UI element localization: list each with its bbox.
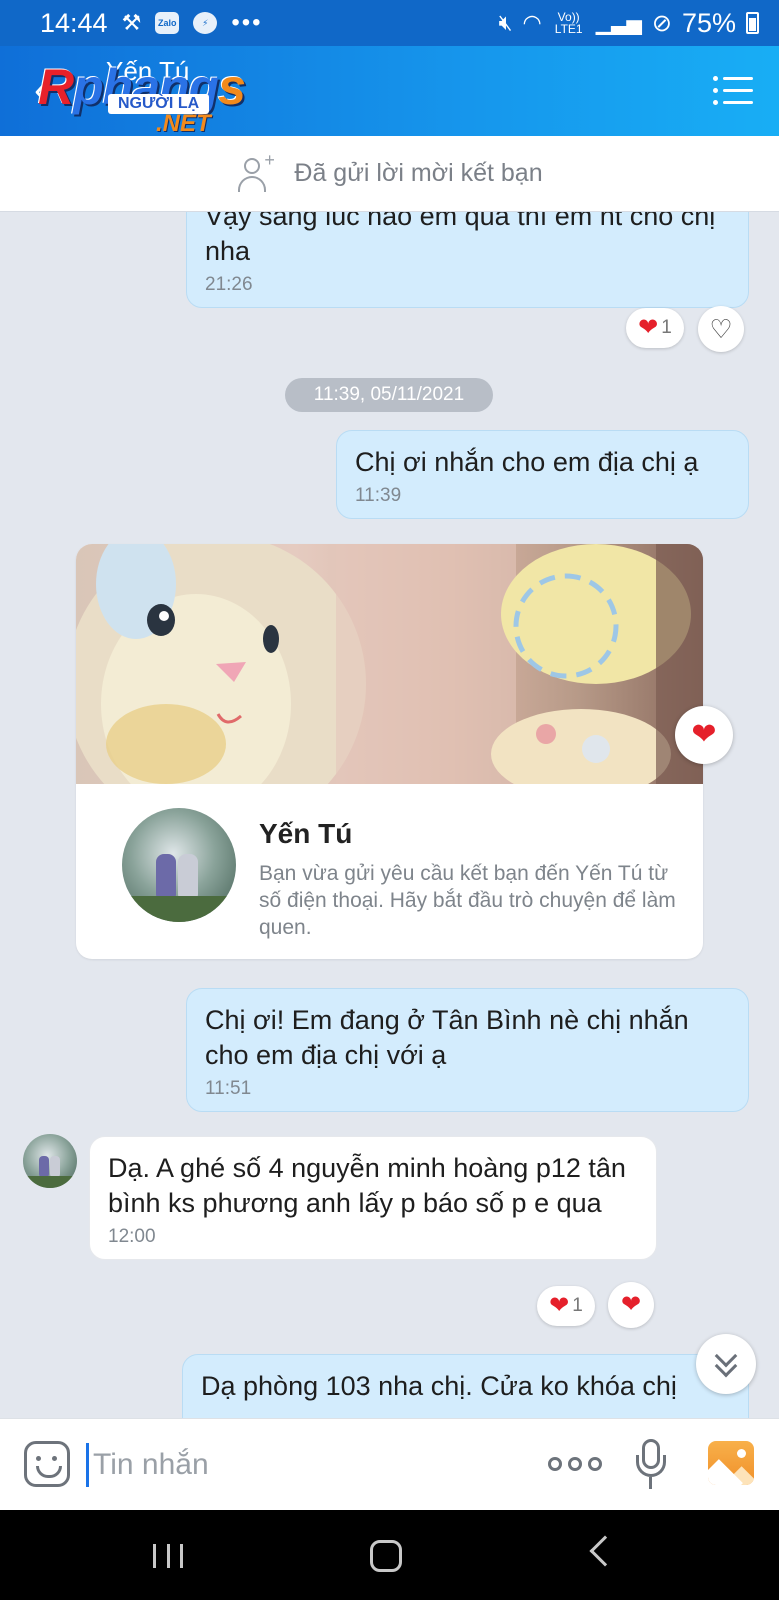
watermark-logo: Rphangs NGƯỜI LẠ .NET bbox=[38, 58, 278, 137]
message-time: 12:00 bbox=[108, 1226, 156, 1247]
sticker-icon[interactable] bbox=[24, 1441, 70, 1487]
message-time: 11:39 bbox=[355, 485, 402, 506]
menu-icon[interactable] bbox=[713, 74, 753, 106]
react-button[interactable]: ♡ bbox=[698, 306, 744, 352]
more-options-icon[interactable] bbox=[548, 1457, 602, 1471]
wifi-icon: ◠ bbox=[522, 10, 542, 35]
heart-icon: ❤ bbox=[638, 314, 659, 341]
friend-request-status-bar: + Đã gửi lời mời kết bạn bbox=[0, 136, 779, 212]
message-bubble[interactable]: Dạ phòng 103 nha chị. Cửa ko khóa chị bbox=[182, 1354, 749, 1418]
recent-apps-icon[interactable] bbox=[153, 1544, 183, 1568]
status-bar-right: 🔇︎ ◠ Vo)) LTE1 ▁▃▅ ⊘ 75% bbox=[499, 8, 759, 39]
battery-percent: 75% bbox=[681, 7, 736, 38]
battery-icon bbox=[746, 12, 759, 34]
nail-art-photo[interactable] bbox=[76, 544, 703, 784]
logo-domain: .NET bbox=[156, 110, 211, 137]
friend-request-label: Đã gửi lời mời kết bạn bbox=[294, 159, 543, 187]
home-icon[interactable] bbox=[370, 1540, 402, 1572]
contact-avatar[interactable] bbox=[122, 808, 236, 922]
more-notifications-icon: ••• bbox=[231, 9, 263, 36]
heart-icon: ❤ bbox=[620, 1291, 642, 1318]
signal-icon: ▁▃▅ bbox=[595, 12, 642, 35]
reaction-count: 1 bbox=[572, 1295, 583, 1316]
mute-icon: 🔇︎ bbox=[498, 10, 513, 35]
date-separator: 11:39, 05/11/2021 bbox=[285, 378, 493, 412]
scroll-to-bottom-button[interactable] bbox=[696, 1334, 756, 1394]
sender-avatar[interactable] bbox=[23, 1134, 77, 1188]
message-bubble[interactable]: Chị ơi nhắn cho em địa chị ạ 11:39 bbox=[336, 430, 749, 519]
profile-description: Bạn vừa gửi yêu cầu kết bạn đến Yến Tú t… bbox=[259, 862, 676, 939]
message-bubble[interactable]: Dạ. A ghé số 4 nguyễn minh hoàng p12 tân… bbox=[89, 1136, 657, 1260]
back-nav-icon[interactable] bbox=[589, 1535, 621, 1567]
message-bubble[interactable]: Chị ơi! Em đang ở Tân Bình nè chị nhắn c… bbox=[186, 988, 749, 1112]
reaction-count: 1 bbox=[661, 317, 672, 338]
chat-header: ‹ Yến Tú Rphangs NGƯỜI LẠ .NET bbox=[0, 46, 779, 137]
send-image-icon[interactable] bbox=[708, 1441, 754, 1485]
zalo-notification-icon: Zalo bbox=[155, 12, 180, 34]
message-text: Chị ơi nhắn cho em địa chị ạ bbox=[355, 447, 699, 477]
broom-icon: ⚒ bbox=[121, 10, 142, 35]
message-text: Dạ phòng 103 nha chị. Cửa ko khóa chị bbox=[201, 1371, 677, 1401]
react-button[interactable]: ❤ bbox=[608, 1282, 654, 1328]
react-button[interactable]: ❤ bbox=[675, 706, 733, 764]
friend-intro-card[interactable]: Yến Tú Bạn vừa gửi yêu cầu kết bạn đến Y… bbox=[76, 544, 703, 959]
message-text: Chị ơi! Em đang ở Tân Bình nè chị nhắn c… bbox=[205, 1005, 689, 1070]
microphone-icon[interactable] bbox=[636, 1439, 666, 1491]
status-bar: 14:44 ⚒ Zalo ⚡ ••• 🔇︎ ◠ Vo)) LTE1 ▁▃▅ ⊘ … bbox=[0, 0, 779, 46]
message-text: Vậy sáng lúc nào em qua thì em nt cho ch… bbox=[205, 212, 716, 266]
message-time: 11:51 bbox=[205, 1078, 252, 1099]
messenger-notification-icon: ⚡ bbox=[193, 12, 218, 34]
reaction-count-badge[interactable]: ❤ 1 bbox=[537, 1286, 595, 1326]
do-not-disturb-icon: ⊘ bbox=[651, 9, 672, 37]
reaction-count-badge[interactable]: ❤ 1 bbox=[626, 308, 684, 348]
add-friend-icon: + bbox=[236, 150, 280, 194]
message-input[interactable] bbox=[86, 1443, 506, 1487]
nail-art-illustration bbox=[76, 544, 703, 784]
message-time: 21:26 bbox=[205, 274, 253, 295]
profile-info[interactable]: Yến Tú Bạn vừa gửi yêu cầu kết bạn đến Y… bbox=[76, 784, 703, 959]
profile-name: Yến Tú bbox=[259, 818, 353, 849]
heart-icon: ❤ bbox=[691, 718, 717, 751]
message-bubble[interactable]: Vậy sáng lúc nào em qua thì em nt cho ch… bbox=[186, 212, 749, 308]
system-navigation-bar bbox=[0, 1510, 779, 1600]
status-time: 14:44 bbox=[40, 7, 108, 38]
message-composer bbox=[0, 1418, 779, 1510]
message-text: Dạ. A ghé số 4 nguyễn minh hoàng p12 tân… bbox=[108, 1153, 626, 1218]
status-bar-left: 14:44 ⚒ Zalo ⚡ ••• bbox=[40, 8, 499, 39]
network-label: Vo)) LTE1 bbox=[554, 10, 583, 36]
heart-icon: ❤ bbox=[549, 1292, 570, 1319]
chat-messages[interactable]: Vậy sáng lúc nào em qua thì em nt cho ch… bbox=[0, 212, 779, 1418]
heart-outline-icon: ♡ bbox=[709, 314, 733, 344]
